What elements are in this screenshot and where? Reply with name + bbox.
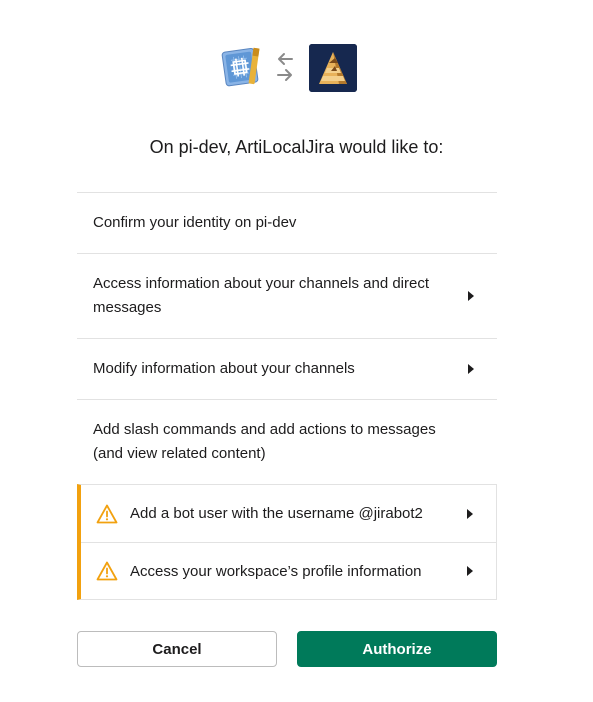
artilocaljira-app-icon	[309, 44, 357, 92]
permission-label: Confirm your identity on pi-dev	[93, 214, 297, 231]
expand-arrow-icon[interactable]	[468, 364, 474, 374]
warning-icon	[96, 504, 118, 523]
permission-label: Add a bot user with the username @jirabo…	[130, 505, 423, 522]
authorize-button[interactable]: Authorize	[297, 631, 497, 667]
permission-slash-commands: Add slash commands and add actions to me…	[77, 399, 497, 484]
expand-arrow-icon[interactable]	[468, 291, 474, 301]
permission-label: Access information about your channels a…	[93, 275, 430, 316]
expand-arrow-icon[interactable]	[467, 566, 473, 576]
permission-label: Add slash commands and add actions to me…	[93, 421, 436, 462]
warning-icon	[96, 561, 118, 581]
app-icons-header	[0, 44, 593, 92]
expand-arrow-icon[interactable]	[467, 508, 473, 519]
swap-arrows-icon	[277, 53, 293, 81]
xcode-app-icon	[221, 47, 260, 87]
permission-workspace-profile[interactable]: Access your workspace’s profile informat…	[81, 542, 496, 599]
permission-label: Modify information about your channels	[93, 360, 355, 377]
cancel-button[interactable]: Cancel	[77, 631, 277, 667]
warning-permissions: Add a bot user with the username @jirabo…	[77, 484, 497, 600]
permission-bot-user[interactable]: Add a bot user with the username @jirabo…	[81, 485, 496, 542]
permission-label: Access your workspace’s profile informat…	[130, 562, 422, 580]
permission-list: Confirm your identity on pi-dev Access i…	[77, 192, 497, 600]
permission-confirm-identity: Confirm your identity on pi-dev	[77, 192, 497, 253]
permission-modify-channels[interactable]: Modify information about your channels	[77, 338, 497, 399]
page-title: On pi-dev, ArtiLocalJira would like to:	[149, 137, 444, 157]
permission-access-channels[interactable]: Access information about your channels a…	[77, 253, 497, 338]
